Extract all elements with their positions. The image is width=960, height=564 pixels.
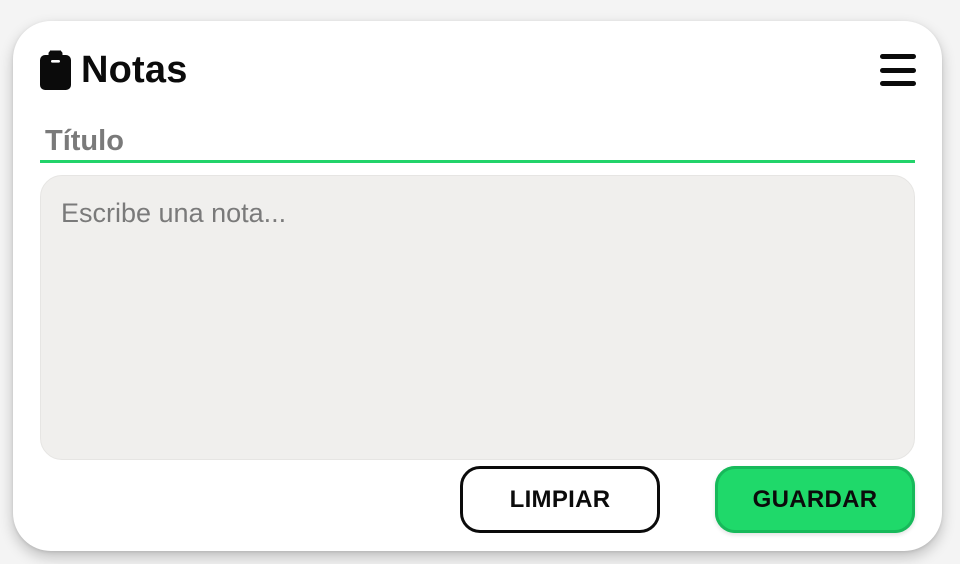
- hamburger-menu-icon[interactable]: [880, 54, 916, 86]
- menu-bar-middle: [880, 67, 916, 73]
- clipboard-icon: [40, 50, 71, 90]
- app-title: Notas: [81, 49, 188, 91]
- app-header: Notas: [40, 50, 188, 90]
- save-button[interactable]: GUARDAR: [715, 466, 915, 533]
- clear-button[interactable]: LIMPIAR: [460, 466, 660, 533]
- menu-bar-bottom: [880, 81, 916, 86]
- note-textarea[interactable]: [40, 175, 915, 460]
- menu-bar-top: [880, 54, 916, 59]
- title-input[interactable]: [40, 122, 915, 163]
- notes-card: Notas LIMPIAR GUARDAR: [13, 21, 942, 551]
